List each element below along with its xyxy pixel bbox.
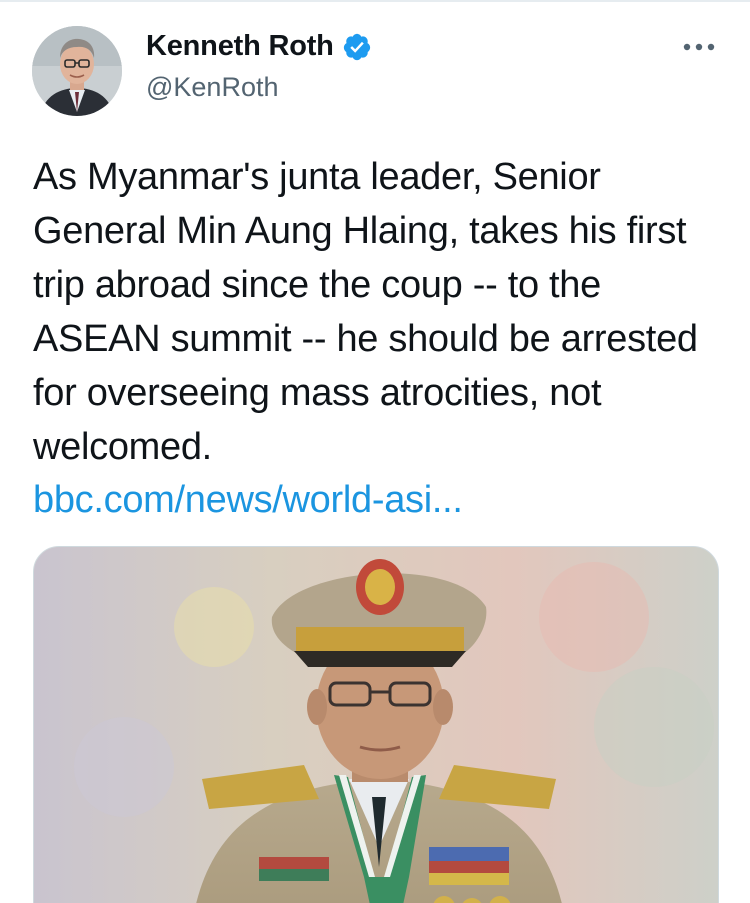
avatar-photo — [32, 26, 122, 116]
tweet-media-photo[interactable] — [33, 546, 719, 903]
author-display-name[interactable]: Kenneth Roth — [146, 30, 334, 63]
verified-check-icon — [342, 32, 372, 62]
tweet-text: As Myanmar's junta leader, Senior Genera… — [33, 156, 698, 468]
media-photo — [34, 547, 718, 903]
author-handle[interactable]: @KenRoth — [146, 72, 278, 103]
tweet-header: Kenneth Roth @KenRoth — [32, 26, 722, 118]
author-avatar[interactable] — [32, 26, 122, 116]
tweet-link[interactable]: bbc.com/news/world-asi... — [33, 473, 463, 527]
more-horizontal-icon[interactable] — [682, 40, 716, 54]
author-name-row: Kenneth Roth — [146, 30, 372, 63]
top-divider — [0, 0, 750, 2]
